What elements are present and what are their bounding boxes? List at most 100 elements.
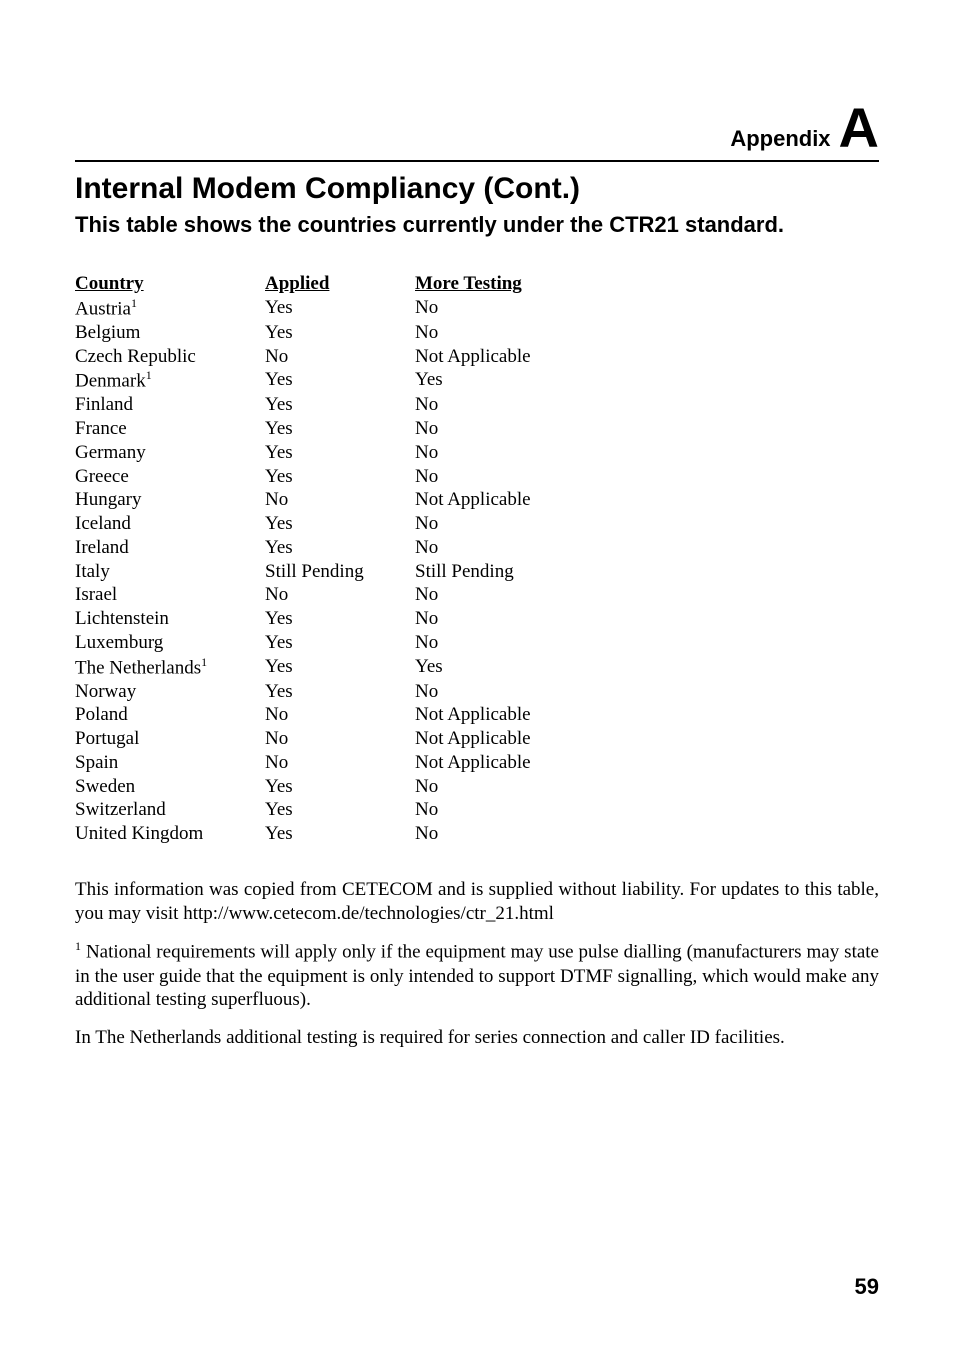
page-title: Internal Modem Compliancy (Cont.) [75, 172, 879, 206]
table-row: IsraelNoNo [75, 583, 567, 607]
more-testing-cell: No [415, 321, 567, 345]
page-subtitle: This table shows the countries currently… [75, 212, 879, 238]
table-row: BelgiumYesNo [75, 321, 567, 345]
country-footnote-sup: 1 [131, 296, 137, 310]
country-cell: Belgium [75, 321, 265, 345]
more-testing-cell: No [415, 512, 567, 536]
appendix-block: Appendix A [730, 100, 879, 156]
country-cell: Portugal [75, 727, 265, 751]
more-testing-cell: No [415, 393, 567, 417]
applied-cell: Yes [265, 607, 415, 631]
applied-cell: No [265, 751, 415, 775]
table-row: PortugalNoNot Applicable [75, 727, 567, 751]
more-testing-cell: Not Applicable [415, 727, 567, 751]
table-row: Austria1YesNo [75, 296, 567, 321]
table-row: FranceYesNo [75, 417, 567, 441]
country-cell: Norway [75, 680, 265, 704]
more-testing-cell: No [415, 607, 567, 631]
applied-cell: Yes [265, 441, 415, 465]
table-row: IrelandYesNo [75, 536, 567, 560]
country-cell: Switzerland [75, 798, 265, 822]
more-testing-cell: No [415, 441, 567, 465]
country-cell: Luxemburg [75, 631, 265, 655]
more-testing-cell: No [415, 798, 567, 822]
country-cell: Germany [75, 441, 265, 465]
table-row: SwedenYesNo [75, 775, 567, 799]
table-row: SpainNoNot Applicable [75, 751, 567, 775]
table-row: The Netherlands1YesYes [75, 655, 567, 680]
table-row: HungaryNoNot Applicable [75, 488, 567, 512]
table-row: Denmark1YesYes [75, 368, 567, 393]
netherlands-paragraph: In The Netherlands additional testing is… [75, 1026, 879, 1050]
more-testing-cell: No [415, 465, 567, 489]
table-row: ItalyStill PendingStill Pending [75, 560, 567, 584]
country-cell: The Netherlands1 [75, 655, 265, 680]
country-footnote-sup: 1 [201, 655, 207, 669]
info-source-paragraph: This information was copied from CETECOM… [75, 878, 879, 926]
applied-cell: Yes [265, 655, 415, 680]
country-cell: Hungary [75, 488, 265, 512]
th-more-testing: More Testing [415, 272, 567, 296]
country-cell: Spain [75, 751, 265, 775]
applied-cell: Yes [265, 798, 415, 822]
country-cell: Austria1 [75, 296, 265, 321]
more-testing-cell: Yes [415, 655, 567, 680]
more-testing-cell: No [415, 417, 567, 441]
th-applied: Applied [265, 272, 415, 296]
country-cell: Poland [75, 703, 265, 727]
more-testing-cell: Not Applicable [415, 703, 567, 727]
applied-cell: Yes [265, 321, 415, 345]
country-cell: Finland [75, 393, 265, 417]
more-testing-cell: Yes [415, 368, 567, 393]
applied-cell: No [265, 583, 415, 607]
appendix-label: Appendix [730, 128, 830, 156]
applied-cell: No [265, 488, 415, 512]
applied-cell: Yes [265, 393, 415, 417]
table-row: LuxemburgYesNo [75, 631, 567, 655]
th-country: Country [75, 272, 265, 296]
header-rule: Appendix A [75, 100, 879, 162]
appendix-letter: A [839, 100, 879, 156]
applied-cell: Yes [265, 680, 415, 704]
applied-cell: Still Pending [265, 560, 415, 584]
country-cell: Lichtenstein [75, 607, 265, 631]
table-header-row: Country Applied More Testing [75, 272, 567, 296]
table-row: SwitzerlandYesNo [75, 798, 567, 822]
more-testing-cell: No [415, 631, 567, 655]
table-row: GermanyYesNo [75, 441, 567, 465]
table-row: United KingdomYesNo [75, 822, 567, 846]
country-cell: Czech Republic [75, 345, 265, 369]
country-cell: Iceland [75, 512, 265, 536]
footnote-paragraph: 1 National requirements will apply only … [75, 939, 879, 1012]
more-testing-cell: No [415, 680, 567, 704]
country-cell: Ireland [75, 536, 265, 560]
page-number: 59 [855, 1274, 879, 1300]
applied-cell: Yes [265, 368, 415, 393]
table-row: IcelandYesNo [75, 512, 567, 536]
table-row: NorwayYesNo [75, 680, 567, 704]
applied-cell: Yes [265, 465, 415, 489]
country-cell: United Kingdom [75, 822, 265, 846]
applied-cell: Yes [265, 775, 415, 799]
applied-cell: Yes [265, 536, 415, 560]
country-footnote-sup: 1 [146, 368, 152, 382]
table-row: GreeceYesNo [75, 465, 567, 489]
table-row: PolandNoNot Applicable [75, 703, 567, 727]
more-testing-cell: No [415, 822, 567, 846]
applied-cell: No [265, 727, 415, 751]
applied-cell: Yes [265, 417, 415, 441]
country-cell: Greece [75, 465, 265, 489]
more-testing-cell: Not Applicable [415, 488, 567, 512]
country-cell: Italy [75, 560, 265, 584]
applied-cell: Yes [265, 512, 415, 536]
applied-cell: Yes [265, 822, 415, 846]
country-cell: Denmark1 [75, 368, 265, 393]
more-testing-cell: No [415, 583, 567, 607]
table-row: Czech RepublicNoNot Applicable [75, 345, 567, 369]
compliancy-table: Country Applied More Testing Austria1Yes… [75, 272, 567, 846]
country-cell: Israel [75, 583, 265, 607]
country-cell: Sweden [75, 775, 265, 799]
footnote-text: National requirements will apply only if… [75, 942, 879, 1011]
more-testing-cell: No [415, 296, 567, 321]
more-testing-cell: Still Pending [415, 560, 567, 584]
